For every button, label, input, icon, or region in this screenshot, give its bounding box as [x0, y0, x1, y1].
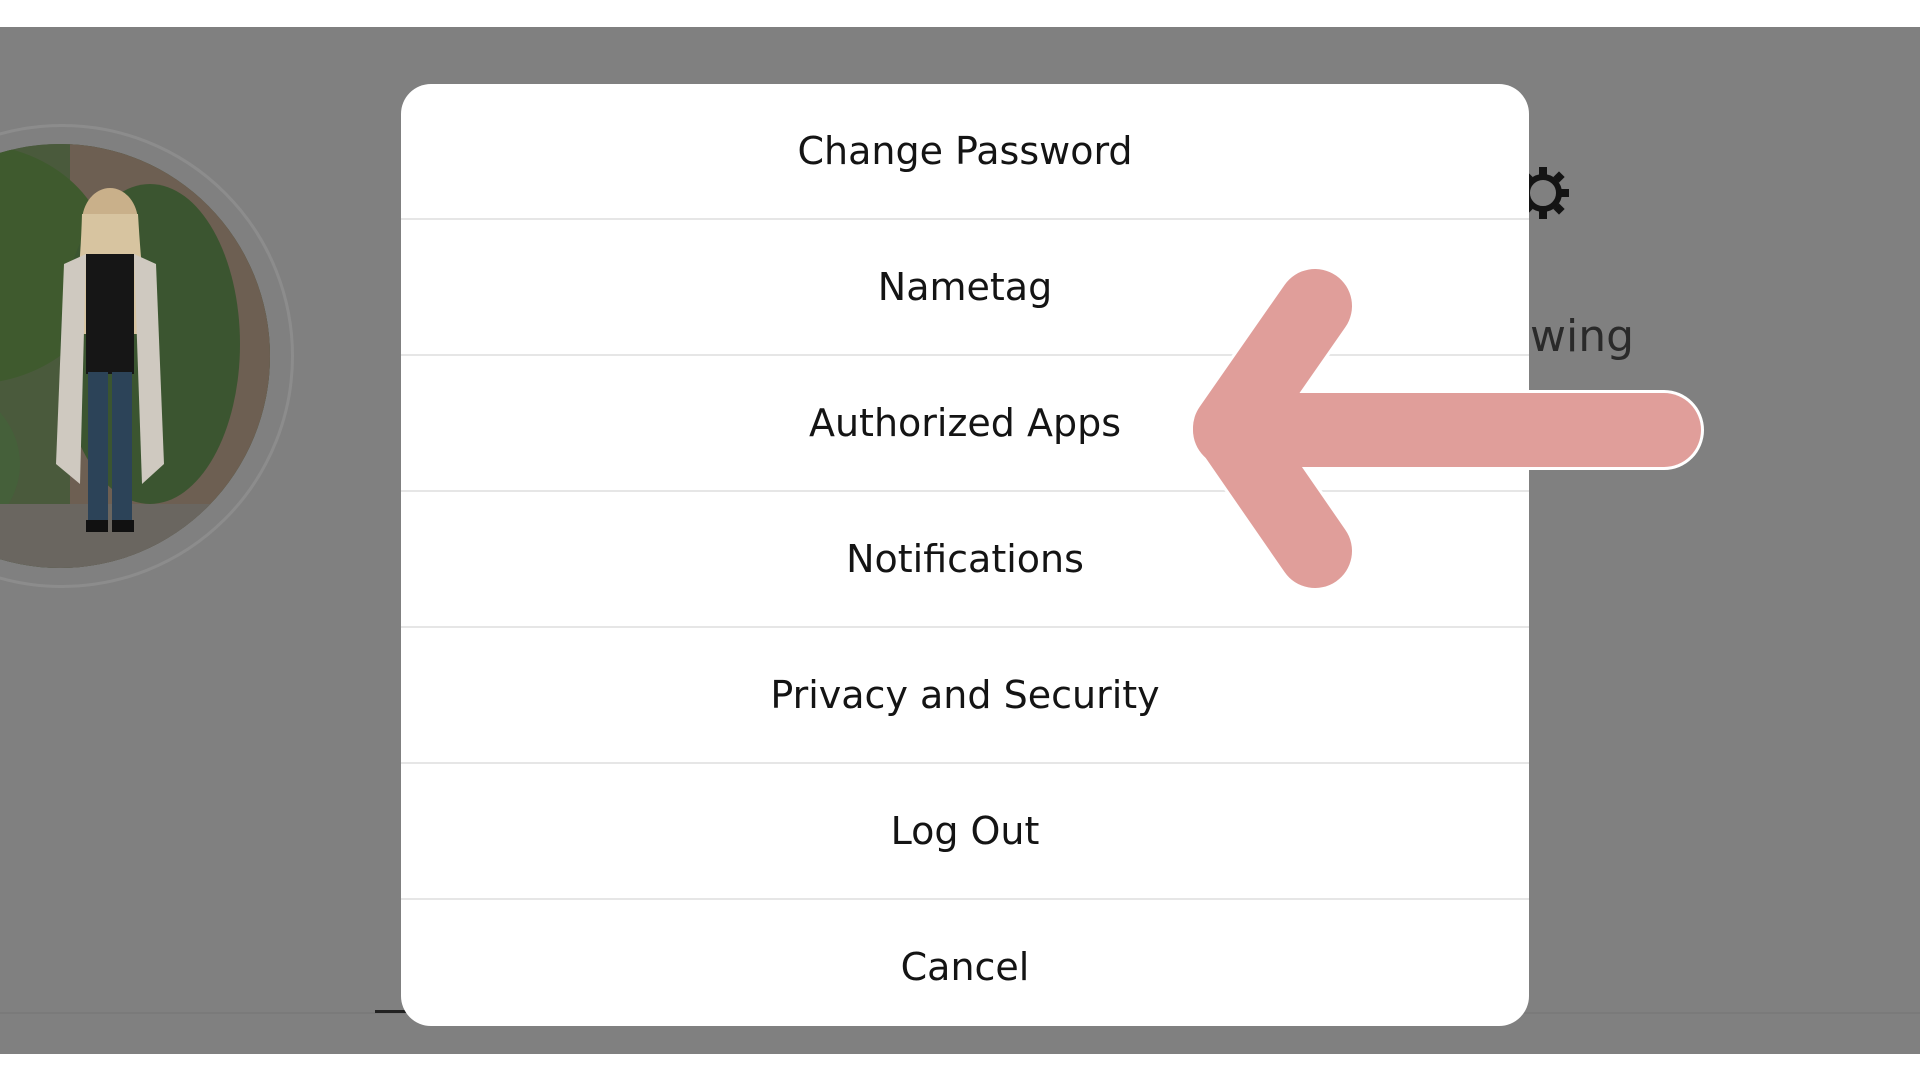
change-password-button[interactable]: Change Password — [401, 84, 1529, 220]
settings-menu: Change Password Nametag Authorized Apps … — [401, 84, 1529, 1026]
privacy-and-security-button[interactable]: Privacy and Security — [401, 628, 1529, 764]
authorized-apps-button[interactable]: Authorized Apps — [401, 356, 1529, 492]
nametag-button[interactable]: Nametag — [401, 220, 1529, 356]
log-out-button[interactable]: Log Out — [401, 764, 1529, 900]
notifications-button[interactable]: Notifications — [401, 492, 1529, 628]
following-label-partial: wing — [1530, 311, 1635, 362]
page: wing Change Password Nametag Authorized … — [0, 0, 1920, 1080]
cancel-button[interactable]: Cancel — [401, 900, 1529, 1026]
